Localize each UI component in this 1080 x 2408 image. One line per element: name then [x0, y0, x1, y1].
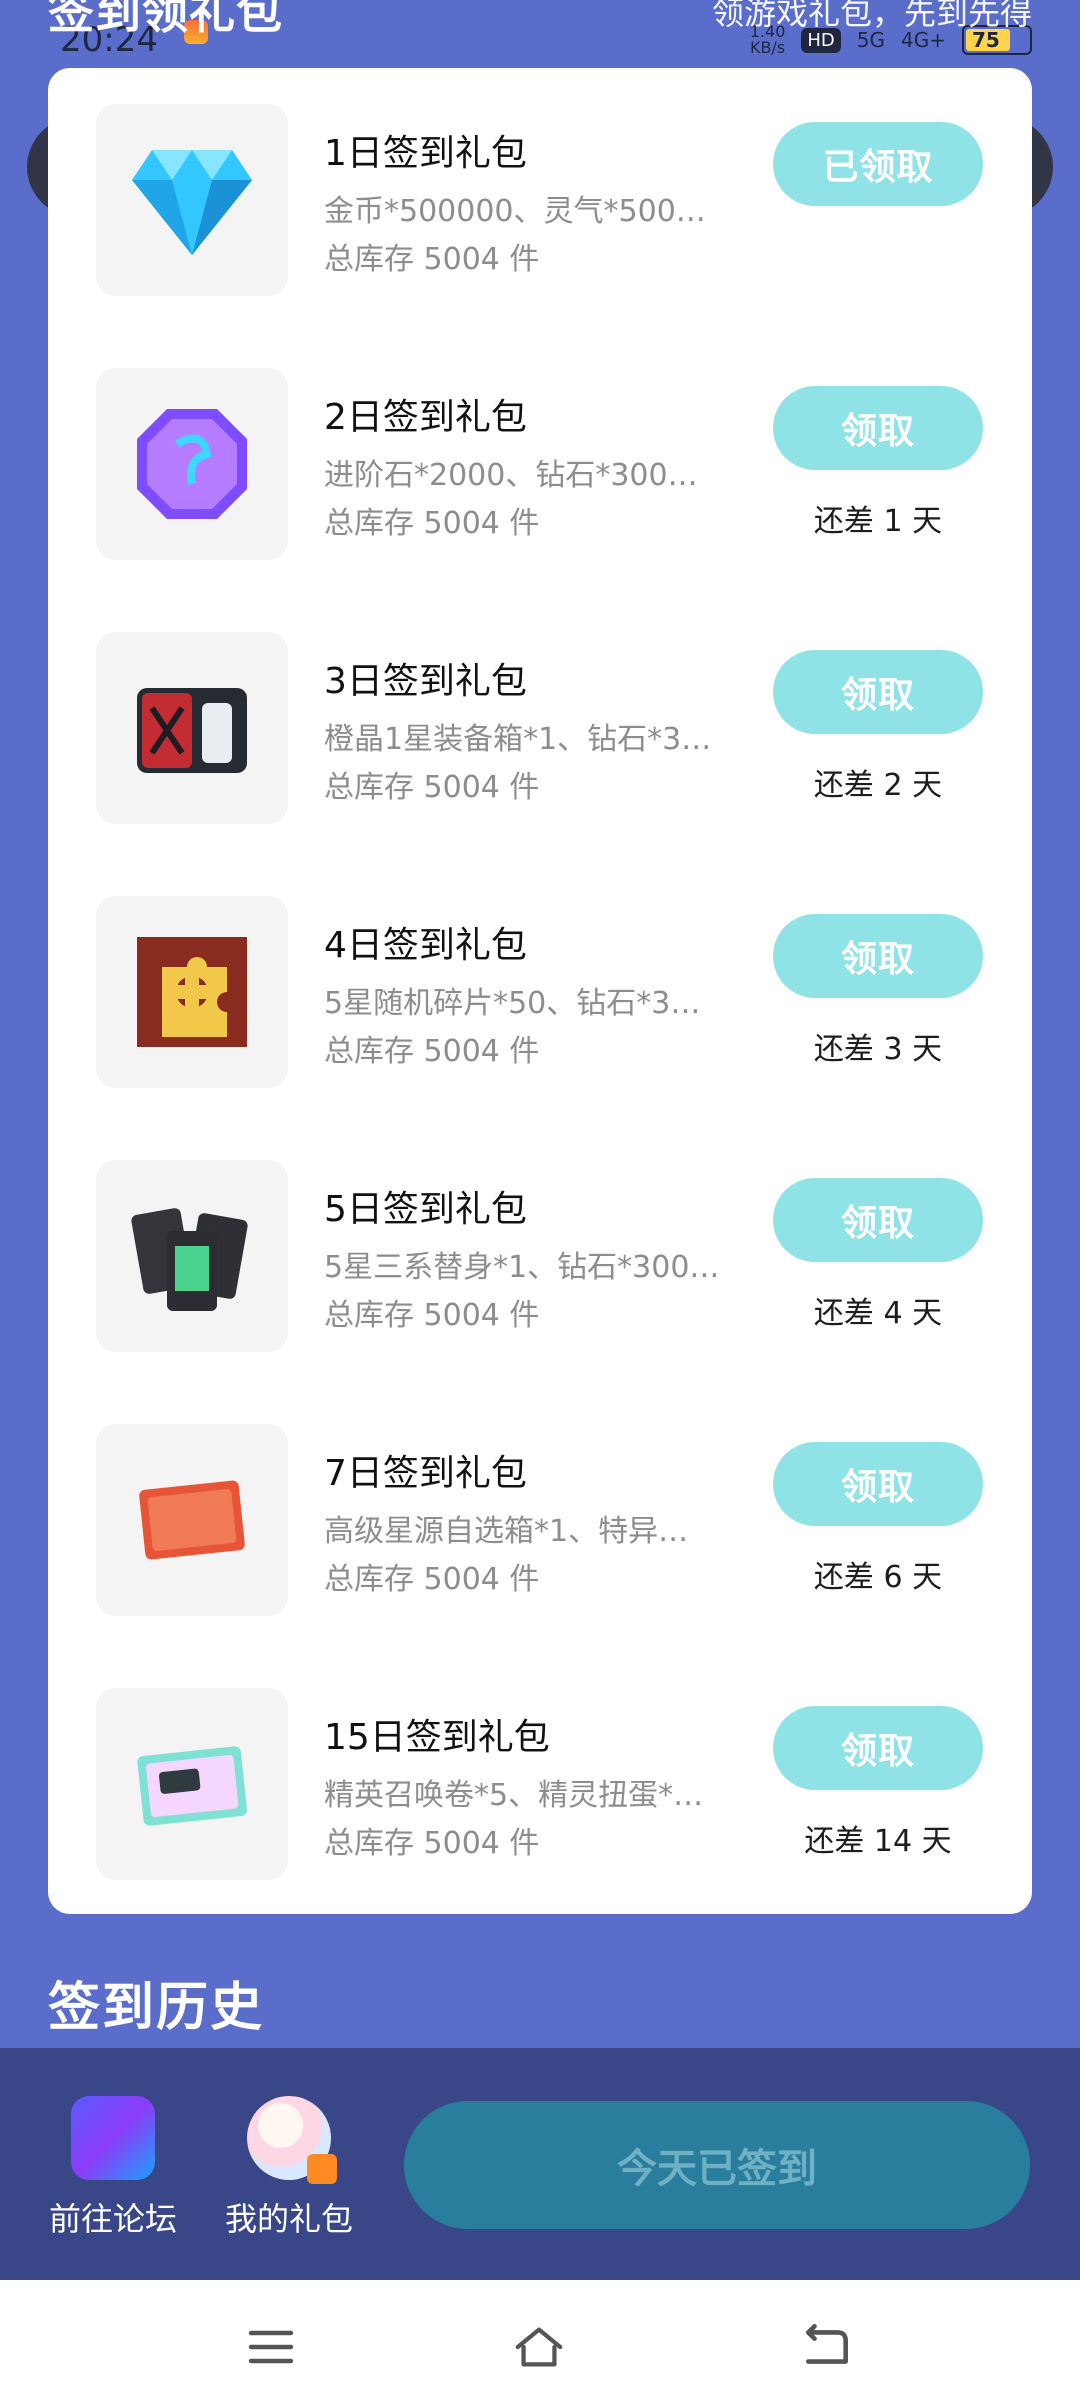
gift-stock: 总库存 5004 件 — [324, 1562, 540, 1597]
diamond-icon — [132, 150, 252, 255]
return-icon — [806, 2324, 848, 2364]
back-nav-icon[interactable] — [800, 2320, 854, 2374]
remaining-days: 还差 14 天 — [804, 1824, 952, 1859]
remaining-days: 还差 1 天 — [813, 504, 943, 539]
gift-description: 进阶石*2000、钻石*300… — [324, 458, 698, 493]
menu-icon[interactable] — [244, 2320, 298, 2374]
gift-stock: 总库存 5004 件 — [324, 506, 540, 541]
gift-thumbnail — [96, 104, 288, 296]
forum-icon — [71, 2096, 155, 2180]
my-gifts-icon — [247, 2096, 337, 2184]
gift-description: 金币*500000、灵气*500… — [324, 194, 706, 229]
gift-stock: 总库存 5004 件 — [324, 1298, 540, 1333]
gift-description: 精英召唤卷*5、精灵扭蛋*… — [324, 1778, 704, 1813]
gift-title: 5日签到礼包 — [324, 1189, 527, 1230]
advance-stone-icon — [137, 409, 247, 519]
gift-thumbnail — [96, 632, 288, 824]
claim-button[interactable]: 领取 — [773, 386, 983, 470]
gift-item-5[interactable]: 5日签到礼包 5星三系替身*1、钻石*300… 总库存 5004 件 领取 还差… — [48, 1124, 1032, 1352]
home-icon[interactable] — [512, 2320, 566, 2374]
gift-stock: 总库存 5004 件 — [324, 1034, 540, 1069]
gift-stock: 总库存 5004 件 — [324, 242, 540, 277]
gift-box-icon — [307, 2154, 337, 2184]
remaining-days: 还差 6 天 — [813, 1560, 943, 1595]
gift-description: 5星三系替身*1、钻石*300… — [324, 1250, 720, 1285]
home-outline-icon — [515, 2327, 563, 2367]
remaining-days: 还差 2 天 — [813, 768, 943, 803]
gift-title: 4日签到礼包 — [324, 925, 527, 966]
claim-button[interactable]: 领取 — [773, 650, 983, 734]
cards-icon — [131, 1208, 248, 1311]
ticket-icon — [139, 1480, 245, 1560]
gift-item-1[interactable]: 1日签到礼包 金币*500000、灵气*500… 总库存 5004 件 已领取 — [48, 68, 1032, 296]
gift-description: 橙晶1星装备箱*1、钻石*3… — [324, 722, 712, 757]
remaining-days: 还差 3 天 — [813, 1032, 943, 1067]
forum-entry[interactable]: 前往论坛 — [38, 2096, 188, 2240]
puzzle-piece-icon — [137, 937, 247, 1047]
remaining-days: 还差 4 天 — [813, 1296, 943, 1331]
gift-item-15[interactable]: 15日签到礼包 精英召唤卷*5、精灵扭蛋*… 总库存 5004 件 领取 还差 … — [48, 1652, 1032, 1880]
gift-description: 高级星源自选箱*1、特异… — [324, 1514, 689, 1549]
gift-title: 2日签到礼包 — [324, 397, 527, 438]
gift-item-7[interactable]: 7日签到礼包 高级星源自选箱*1、特异… 总库存 5004 件 领取 还差 6 … — [48, 1388, 1032, 1616]
gift-description: 5星随机碎片*50、钻石*3… — [324, 986, 701, 1021]
gift-title: 3日签到礼包 — [324, 661, 527, 702]
gift-item-3[interactable]: 3日签到礼包 橙晶1星装备箱*1、钻石*3… 总库存 5004 件 领取 还差 … — [48, 596, 1032, 824]
gift-stock: 总库存 5004 件 — [324, 1826, 540, 1861]
claim-button[interactable]: 领取 — [773, 1706, 983, 1790]
gift-item-2[interactable]: 2日签到礼包 进阶石*2000、钻石*300… 总库存 5004 件 领取 还差… — [48, 332, 1032, 560]
menu-lines-icon — [248, 2330, 294, 2364]
gift-thumbnail — [96, 1160, 288, 1352]
my-gifts-label: 我的礼包 — [224, 2200, 353, 2238]
header-subtitle: 领游戏礼包，先到先得 — [711, 0, 1032, 32]
gift-title: 15日签到礼包 — [324, 1717, 550, 1758]
gift-thumbnail — [96, 368, 288, 560]
checked-in-today-button[interactable]: 今天已签到 — [404, 2101, 1030, 2229]
checkin-history-title: 签到历史 — [48, 1978, 265, 2038]
gift-thumbnail — [96, 1688, 288, 1880]
claim-button[interactable]: 已领取 — [773, 122, 983, 206]
elite-ticket-icon — [137, 1746, 247, 1826]
claim-button[interactable]: 领取 — [773, 914, 983, 998]
my-gifts-entry[interactable]: 我的礼包 — [214, 2096, 364, 2240]
gift-stock: 总库存 5004 件 — [324, 770, 540, 805]
system-nav-bar — [0, 2280, 1080, 2408]
gift-item-4[interactable]: 4日签到礼包 5星随机碎片*50、钻石*3… 总库存 5004 件 领取 还差 … — [48, 860, 1032, 1088]
gift-thumbnail — [96, 1424, 288, 1616]
page-title: 签到领礼包 — [48, 0, 283, 39]
gift-title: 1日签到礼包 — [324, 133, 527, 174]
equipment-box-icon — [137, 688, 247, 773]
gift-title: 7日签到礼包 — [324, 1453, 527, 1494]
claim-button[interactable]: 领取 — [773, 1178, 983, 1262]
forum-label: 前往论坛 — [48, 2200, 177, 2238]
claim-button[interactable]: 领取 — [773, 1442, 983, 1526]
gift-thumbnail — [96, 896, 288, 1088]
gift-list-card: 1日签到礼包 金币*500000、灵气*500… 总库存 5004 件 已领取 … — [48, 68, 1032, 1914]
